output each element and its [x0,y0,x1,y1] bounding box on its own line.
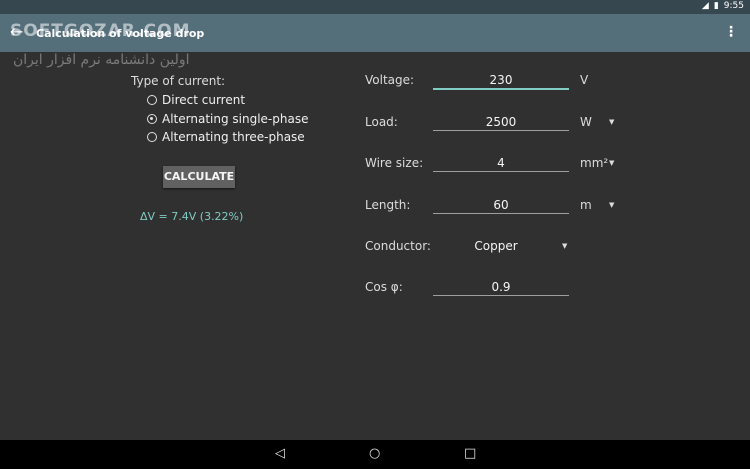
status-bar: ◢ ▮ 9:55 [0,0,750,14]
nav-recents-icon[interactable]: □ [464,447,476,461]
conductor-dropdown[interactable]: Copper [428,239,564,253]
radio-alternating-single-phase[interactable]: Alternating single-phase [147,112,308,126]
calculate-button[interactable]: CALCULATE [163,166,235,188]
chevron-down-icon[interactable]: ▼ [609,159,614,167]
radio-alternating-three-phase[interactable]: Alternating three-phase [147,130,305,144]
battery-icon: ▮ [713,1,719,11]
voltage-input-underline [433,88,569,90]
radio-label: Direct current [162,93,246,107]
chevron-down-icon[interactable]: ▼ [609,118,614,126]
load-label: Load: [365,115,398,129]
watermark-logo-text: SOFTGOZAR.COM [10,21,191,41]
radio-label: Alternating single-phase [162,112,309,126]
length-input-underline [433,213,569,214]
radio-circle-icon [147,132,157,142]
radio-label: Alternating three-phase [162,130,305,144]
result-text: ΔV = 7.4V (3.22%) [140,210,244,223]
voltage-input[interactable]: 230 [433,73,569,87]
nav-home-icon[interactable]: ○ [369,447,380,461]
current-type-label: Type of current: [131,74,226,88]
length-label: Length: [365,198,411,212]
cos-phi-input-underline [433,295,569,296]
chevron-down-icon[interactable]: ▼ [609,201,614,209]
radio-circle-icon [147,95,157,105]
status-time: 9:55 [723,1,744,11]
length-unit-dropdown[interactable]: m [580,198,592,212]
navigation-bar: ◁ ○ □ [0,440,750,469]
watermark-subtitle: اولین دانشنامه نرم افزار ایران [13,52,190,68]
wire-size-input-underline [433,171,569,172]
signal-icon: ◢ [701,1,709,11]
wire-size-label: Wire size: [365,156,424,170]
conductor-label: Conductor: [365,239,431,253]
wire-size-input[interactable]: 4 [433,156,569,170]
overflow-menu-icon[interactable]: ⋮ [724,24,738,40]
wire-size-unit-dropdown[interactable]: mm² [580,156,608,170]
voltage-label: Voltage: [365,73,415,87]
nav-back-icon[interactable]: ◁ [275,447,285,461]
cos-phi-label: Cos φ: [365,280,403,294]
length-input[interactable]: 60 [433,198,569,212]
radio-circle-checked-icon [147,114,157,124]
load-unit-dropdown[interactable]: W [580,115,592,129]
load-input[interactable]: 2500 [433,115,569,129]
chevron-down-icon[interactable]: ▼ [562,242,567,250]
cos-phi-input[interactable]: 0.9 [433,280,569,294]
voltage-unit: V [580,73,589,87]
radio-direct-current[interactable]: Direct current [147,93,245,107]
load-input-underline [433,130,569,131]
